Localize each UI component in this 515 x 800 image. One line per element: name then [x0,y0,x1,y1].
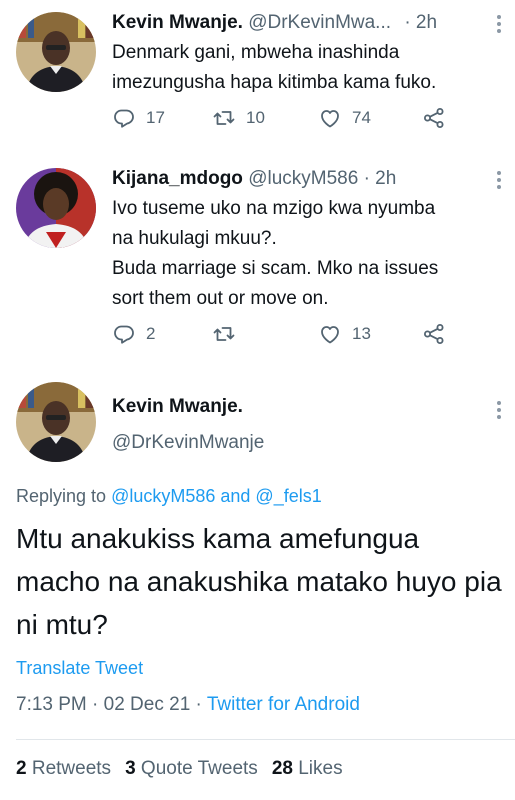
retweets-count: 2 [16,758,27,779]
tweet-text: Ivo tuseme uko na mzigo kwa nyumba na hu… [112,194,502,314]
like-button[interactable]: 13 [318,322,371,346]
more-icon[interactable] [497,12,503,36]
tweet-header: Kevin Mwanje. @DrKevinMwa... · 2h [112,12,437,34]
retweet-icon [212,106,236,130]
tweet-text-line: na hukulagi mkuu?. [112,228,277,249]
quotes-count: 3 [125,758,136,779]
share-button[interactable] [422,322,446,346]
tweet-timestamp[interactable]: 7:13 PM · 02 Dec 21 · [16,694,207,715]
avatar[interactable] [16,12,96,92]
tweet-text-line: sort them out or move on. [112,288,329,309]
replying-prefix: Replying to [16,486,112,506]
tweet-stats: 2 Retweets 3 Quote Tweets 28 Likes [16,758,343,780]
share-button[interactable] [422,106,446,130]
tweet-text-line: Buda marriage si scam. Mko na issues [112,258,439,279]
retweet-count: 10 [246,108,265,127]
mention-link[interactable]: @_fels1 [255,486,321,506]
reply-button[interactable]: 2 [112,322,155,346]
replying-to: Replying to @luckyM586 and @_fels1 [16,486,322,507]
replying-and: and [215,486,256,506]
reply-icon [112,322,136,346]
avatar[interactable] [16,168,96,248]
avatar-image [16,382,96,462]
tweet-meta: 7:13 PM · 02 Dec 21 · Twitter for Androi… [16,694,360,716]
user-handle[interactable]: @luckyM586 · 2h [248,168,396,189]
main-display-name[interactable]: Kevin Mwanje. [112,396,243,418]
tweet-text: Denmark gani, mbweha inashinda imezungus… [112,42,437,93]
likes-label: Likes [298,758,343,779]
retweet-button[interactable]: 10 [212,106,265,130]
translate-tweet-link[interactable]: Translate Tweet [16,658,143,679]
main-tweet-text: Mtu anakukiss kama amefungua macho na an… [16,523,502,640]
avatar-image [16,12,96,92]
retweet-button[interactable] [212,322,246,346]
reply-count: 2 [146,324,156,343]
share-icon [422,322,446,346]
mention-link[interactable]: @luckyM586 [111,486,215,506]
divider [16,739,515,740]
heart-icon [318,322,342,346]
avatar-image [16,168,96,248]
tweet-source-link[interactable]: Twitter for Android [207,694,360,715]
display-name[interactable]: Kevin Mwanje. [112,12,243,33]
like-count: 13 [352,324,371,343]
retweet-icon [212,322,236,346]
main-user-handle[interactable]: @DrKevinMwanje [112,432,264,454]
retweets-stat[interactable]: 2 Retweets [16,758,111,779]
tweet-time[interactable]: · 2h [404,12,437,33]
reply-icon [112,106,136,130]
likes-stat[interactable]: 28 Likes [272,758,343,779]
like-button[interactable]: 74 [318,106,371,130]
main-avatar[interactable] [16,382,96,462]
user-handle[interactable]: @DrKevinMwa... [248,12,391,33]
tweet-text-line: Ivo tuseme uko na mzigo kwa nyumba [112,198,436,219]
reply-button[interactable]: 17 [112,106,165,130]
reply-count: 17 [146,108,165,127]
like-count: 74 [352,108,371,127]
quote-tweets-stat[interactable]: 3 Quote Tweets [125,758,258,779]
quotes-label: Quote Tweets [140,758,258,779]
retweets-label: Retweets [31,758,112,779]
more-icon[interactable] [497,168,503,192]
tweet-actions: 17 10 74 [112,106,492,136]
tweet-header: Kijana_mdogo @luckyM586 · 2h [112,168,396,190]
share-icon [422,106,446,130]
display-name[interactable]: Kijana_mdogo [112,168,243,189]
likes-count: 28 [271,758,293,779]
heart-icon [318,106,342,130]
more-icon[interactable] [497,398,503,422]
tweet-actions: 2 13 [112,322,492,352]
